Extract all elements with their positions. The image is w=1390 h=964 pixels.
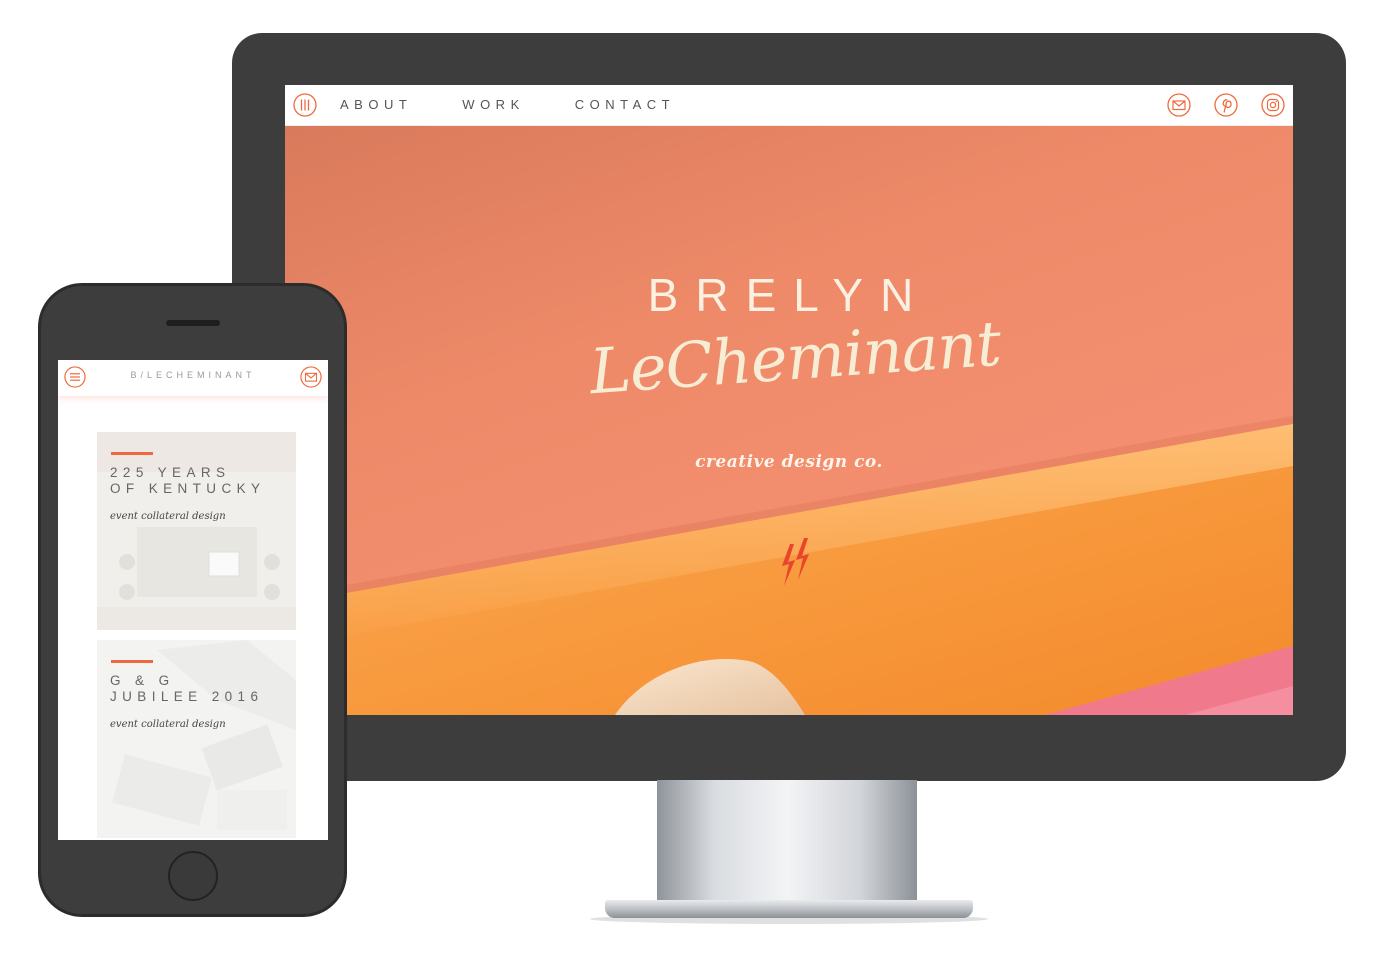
phone-home-button[interactable] [168, 851, 218, 901]
card-photo [97, 432, 296, 630]
lightning-bolt-icon [782, 538, 809, 586]
desktop-nav-links: ABOUT WORK CONTACT [340, 97, 725, 112]
social-icons [1167, 93, 1285, 117]
desktop-screen: ABOUT WORK CONTACT BRELYN LeCheminant cr… [285, 85, 1293, 715]
card-accent-rule [111, 660, 153, 663]
brand-first-name: BRELYN [647, 269, 931, 321]
monitor-stand-base [605, 900, 973, 918]
card-subtitle: event collateral design [110, 719, 226, 730]
portfolio-card-kentucky[interactable]: 225 YEARS OF KENTUCKY event collateral d… [97, 432, 296, 630]
card-photo [97, 640, 296, 838]
instagram-icon[interactable] [1261, 93, 1285, 117]
hero-section: BRELYN LeCheminant creative design co. [285, 126, 1293, 715]
mail-icon[interactable] [1167, 93, 1191, 117]
nav-link-about[interactable]: ABOUT [340, 97, 412, 112]
card-title: G & G JUBILEE 2016 [110, 673, 264, 704]
desktop-nav-bar: ABOUT WORK CONTACT [285, 85, 1293, 126]
phone-speaker [166, 320, 220, 326]
hero-background-image [285, 416, 1293, 715]
card-subtitle: event collateral design [110, 511, 226, 522]
brand-tagline: creative design co. [695, 452, 883, 472]
portfolio-card-jubilee[interactable]: G & G JUBILEE 2016 event collateral desi… [97, 640, 296, 838]
mobile-site-title[interactable]: B/LECHEMINANT [58, 370, 328, 380]
card-accent-rule [111, 452, 153, 455]
menu-icon[interactable] [293, 93, 317, 117]
mobile-nav-bar: B/LECHEMINANT [58, 360, 328, 396]
monitor-stand-neck [657, 780, 917, 904]
mail-icon[interactable] [300, 366, 322, 388]
phone-screen: B/LECHEMINANT 225 YEARS OF KENTUCKY even… [58, 360, 328, 840]
nav-link-work[interactable]: WORK [462, 97, 524, 112]
pinterest-icon[interactable] [1214, 93, 1238, 117]
card-title: 225 YEARS OF KENTUCKY [110, 465, 266, 496]
nav-link-contact[interactable]: CONTACT [575, 97, 675, 112]
